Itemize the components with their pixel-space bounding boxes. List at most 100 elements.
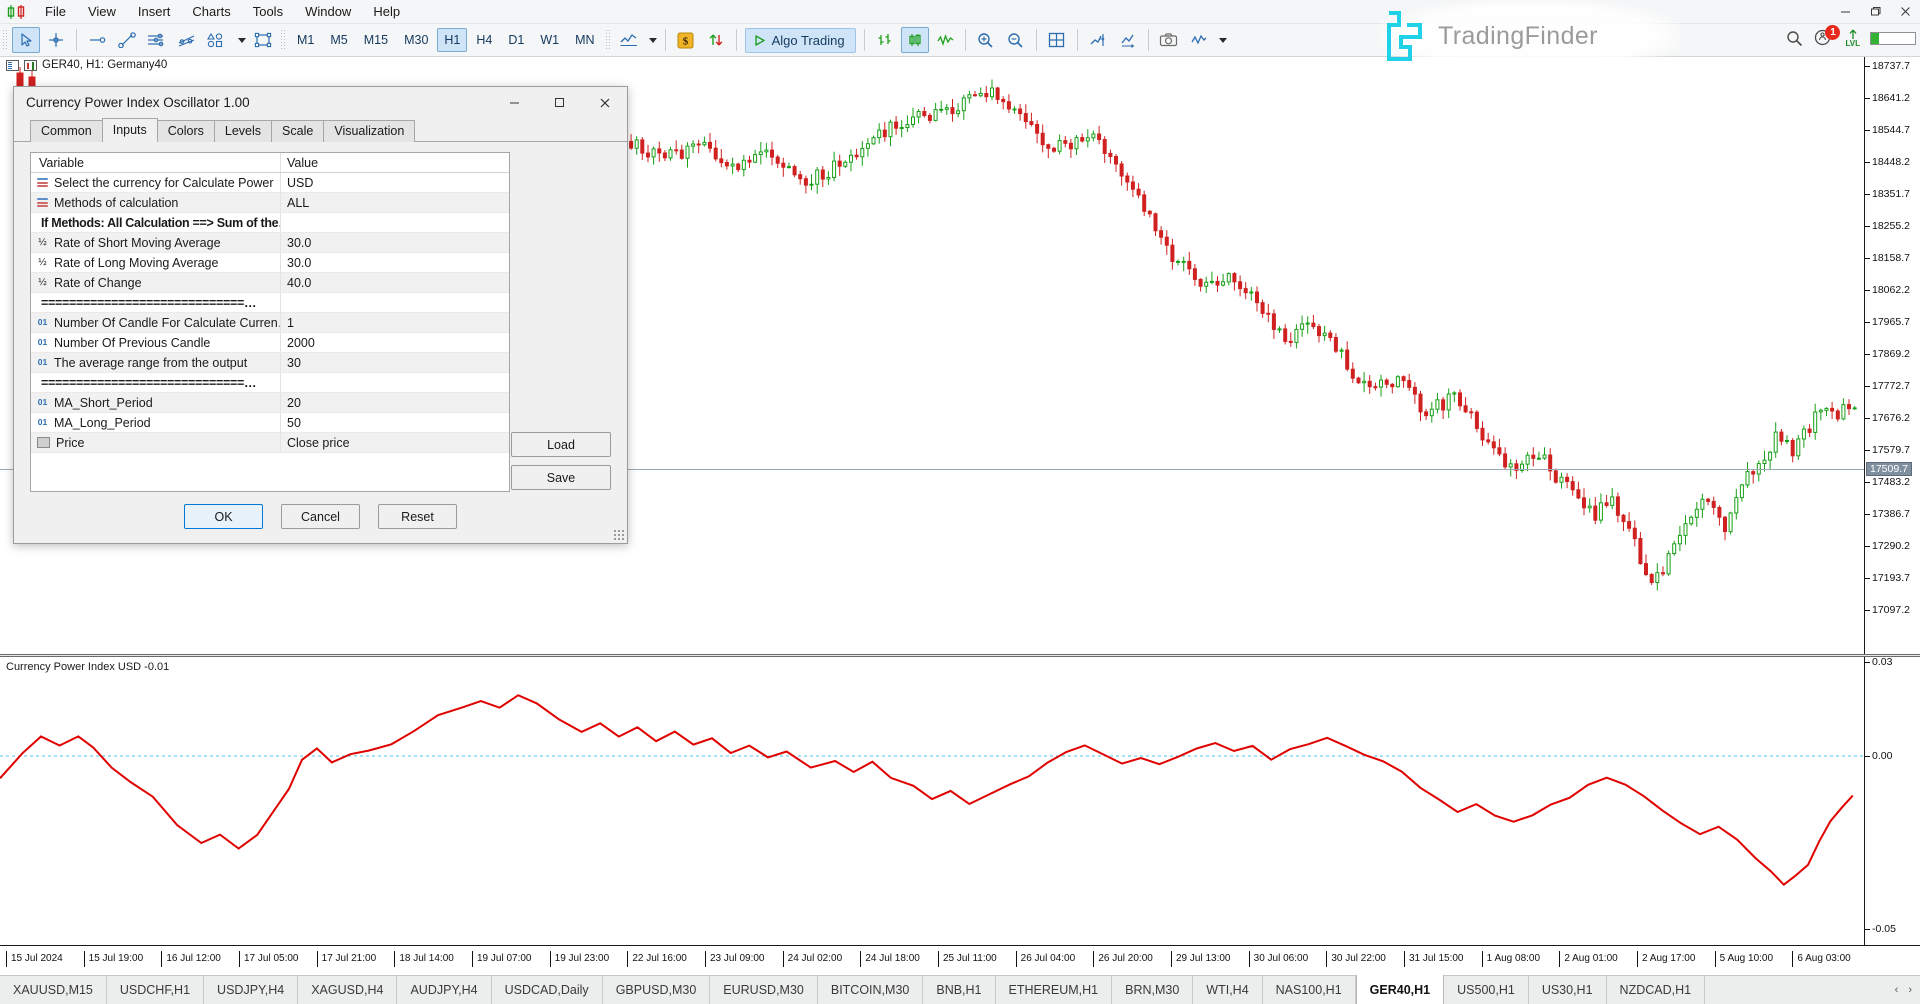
screenshot-camera-icon[interactable] xyxy=(1155,27,1183,53)
tab-next-button[interactable]: › xyxy=(1908,984,1912,996)
shapes-dropdown-icon[interactable] xyxy=(233,27,247,53)
timeframe-m15[interactable]: M15 xyxy=(357,28,395,52)
chart-tab-bnb-h1[interactable]: BNB,H1 xyxy=(923,976,995,1004)
timeframe-d1[interactable]: D1 xyxy=(501,28,531,52)
chart-tab-gbpusd-m30[interactable]: GBPUSD,M30 xyxy=(603,976,711,1004)
inputs-grid-row[interactable]: 01Number Of Previous Candle2000 xyxy=(31,333,509,353)
menu-item-charts[interactable]: Charts xyxy=(181,1,241,22)
dialog-minimize-button[interactable] xyxy=(492,87,537,118)
chart-tab-us30-h1[interactable]: US30,H1 xyxy=(1529,976,1607,1004)
notifications-icon[interactable]: 1 xyxy=(1813,28,1835,50)
inputs-grid-row[interactable]: =============================… xyxy=(31,373,509,393)
channel-tool-icon[interactable] xyxy=(173,27,201,53)
menu-item-window[interactable]: Window xyxy=(294,1,362,22)
chart-tab-us500-h1[interactable]: US500,H1 xyxy=(1444,976,1529,1004)
chart-tab-nas100-h1[interactable]: NAS100,H1 xyxy=(1263,976,1356,1004)
indicators-dropdown-icon[interactable] xyxy=(645,27,659,53)
candlestick-chart-icon[interactable] xyxy=(901,27,929,53)
dialog-tab-inputs[interactable]: Inputs xyxy=(102,118,158,142)
inputs-row-value-cell[interactable]: 40.0 xyxy=(281,276,509,290)
chart-tab-brn-m30[interactable]: BRN,M30 xyxy=(1112,976,1193,1004)
chart-tab-ger40-h1[interactable]: GER40,H1 xyxy=(1356,975,1444,1004)
auto-scroll-icon[interactable] xyxy=(1114,27,1142,53)
indicator-dropdown-icon[interactable] xyxy=(1215,27,1229,53)
algo-trading-button[interactable]: Algo Trading xyxy=(745,28,856,53)
indicators-list-icon[interactable] xyxy=(615,27,643,53)
zoom-in-icon[interactable] xyxy=(972,27,1000,53)
time-scale[interactable]: 15 Jul 202415 Jul 19:0016 Jul 12:0017 Ju… xyxy=(0,945,1920,975)
chart-tab-xagusd-h4[interactable]: XAGUSD,H4 xyxy=(298,976,397,1004)
tab-prev-button[interactable]: ‹ xyxy=(1895,984,1899,996)
horizontal-lines-tool-icon[interactable] xyxy=(143,27,171,53)
toolbar-grip-1[interactable] xyxy=(2,29,7,51)
inputs-grid-row[interactable]: ½Rate of Short Moving Average30.0 xyxy=(31,233,509,253)
dialog-maximize-button[interactable] xyxy=(537,87,582,118)
inputs-grid-row[interactable]: 01The average range from the output30 xyxy=(31,353,509,373)
inputs-row-value-cell[interactable]: 30 xyxy=(281,356,509,370)
chart-tab-usdjpy-h4[interactable]: USDJPY,H4 xyxy=(204,976,298,1004)
timeframe-mn[interactable]: MN xyxy=(568,28,601,52)
inputs-row-value-cell[interactable]: Close price xyxy=(281,436,509,450)
level-indicator-icon[interactable]: LVL xyxy=(1845,29,1860,48)
inputs-row-value-cell[interactable]: 30.0 xyxy=(281,236,509,250)
inputs-grid-row[interactable]: =============================… xyxy=(31,293,509,313)
chart-tab-usdcad-daily[interactable]: USDCAD,Daily xyxy=(492,976,603,1004)
chart-tab-wti-h4[interactable]: WTI,H4 xyxy=(1193,976,1262,1004)
load-button[interactable]: Load xyxy=(511,432,611,457)
inputs-grid[interactable]: Variable Value Select the currency for C… xyxy=(30,152,510,492)
indicator-pane[interactable] xyxy=(0,658,1864,945)
chart-tab-ethereum-h1[interactable]: ETHEREUM,H1 xyxy=(996,976,1113,1004)
inputs-row-value-cell[interactable]: ALL xyxy=(281,196,509,210)
crosshair-tool-icon[interactable] xyxy=(42,27,70,53)
indicator-properties-dialog[interactable]: Currency Power Index Oscillator 1.00 Com… xyxy=(13,86,628,544)
inputs-grid-row[interactable]: If Methods: All Calculation ==> Sum of t… xyxy=(31,213,509,233)
inputs-row-value-cell[interactable]: 50 xyxy=(281,416,509,430)
indicator-add-icon[interactable] xyxy=(1185,27,1213,53)
timeframe-m30[interactable]: M30 xyxy=(397,28,435,52)
zoom-out-icon[interactable] xyxy=(1002,27,1030,53)
menu-item-view[interactable]: View xyxy=(77,1,127,22)
inputs-grid-row[interactable]: Select the currency for Calculate PowerU… xyxy=(31,173,509,193)
new-order-arrows-icon[interactable] xyxy=(702,27,730,53)
price-scale[interactable]: 18737.7 18641.2 18544.7 18448.2 18351.7 … xyxy=(1864,57,1920,945)
dialog-close-button[interactable] xyxy=(582,87,627,118)
chart-tab-audjpy-h4[interactable]: AUDJPY,H4 xyxy=(397,976,491,1004)
window-minimize-button[interactable] xyxy=(1830,0,1860,22)
ok-button[interactable]: OK xyxy=(184,504,263,529)
chart-tab-nzdcad-h1[interactable]: NZDCAD,H1 xyxy=(1607,976,1706,1004)
inputs-grid-row[interactable]: Methods of calculationALL xyxy=(31,193,509,213)
reset-button[interactable]: Reset xyxy=(378,504,457,529)
menu-item-file[interactable]: File xyxy=(34,1,77,22)
bar-chart-icon[interactable] xyxy=(871,27,899,53)
toolbar-grip-2[interactable] xyxy=(280,29,285,51)
toolbar-grip-3[interactable] xyxy=(605,29,610,51)
timeframe-h1[interactable]: H1 xyxy=(437,28,467,52)
dialog-titlebar[interactable]: Currency Power Index Oscillator 1.00 xyxy=(14,87,627,118)
search-icon[interactable] xyxy=(1786,30,1803,47)
inputs-row-value-cell[interactable]: 20 xyxy=(281,396,509,410)
market-watch-dollar-icon[interactable]: $ xyxy=(672,27,700,53)
dialog-tab-levels[interactable]: Levels xyxy=(214,120,272,142)
dialog-tab-colors[interactable]: Colors xyxy=(157,120,215,142)
timeframe-w1[interactable]: W1 xyxy=(533,28,566,52)
trendline-tool-icon[interactable] xyxy=(113,27,141,53)
pane-divider[interactable] xyxy=(0,654,1920,657)
menu-item-insert[interactable]: Insert xyxy=(127,1,182,22)
dialog-tab-visualization[interactable]: Visualization xyxy=(323,120,415,142)
vertical-line-tool-icon[interactable] xyxy=(83,27,111,53)
menu-item-help[interactable]: Help xyxy=(362,1,411,22)
timeframe-m1[interactable]: M1 xyxy=(290,28,321,52)
chart-tab-xauusd-m15[interactable]: XAUUSD,M15 xyxy=(0,976,107,1004)
inputs-grid-row[interactable]: ½Rate of Long Moving Average30.0 xyxy=(31,253,509,273)
inputs-row-value-cell[interactable]: USD xyxy=(281,176,509,190)
dialog-tab-common[interactable]: Common xyxy=(30,120,103,142)
window-close-button[interactable] xyxy=(1890,0,1920,22)
line-chart-icon[interactable] xyxy=(931,27,959,53)
chart-tab-usdchf-h1[interactable]: USDCHF,H1 xyxy=(107,976,204,1004)
cancel-button[interactable]: Cancel xyxy=(281,504,360,529)
tile-windows-icon[interactable] xyxy=(1043,27,1071,53)
dialog-tab-scale[interactable]: Scale xyxy=(271,120,324,142)
chart-tab-eurusd-m30[interactable]: EURUSD,M30 xyxy=(710,976,818,1004)
inputs-grid-row[interactable]: 01MA_Long_Period50 xyxy=(31,413,509,433)
chart-tab-bitcoin-m30[interactable]: BITCOIN,M30 xyxy=(818,976,924,1004)
